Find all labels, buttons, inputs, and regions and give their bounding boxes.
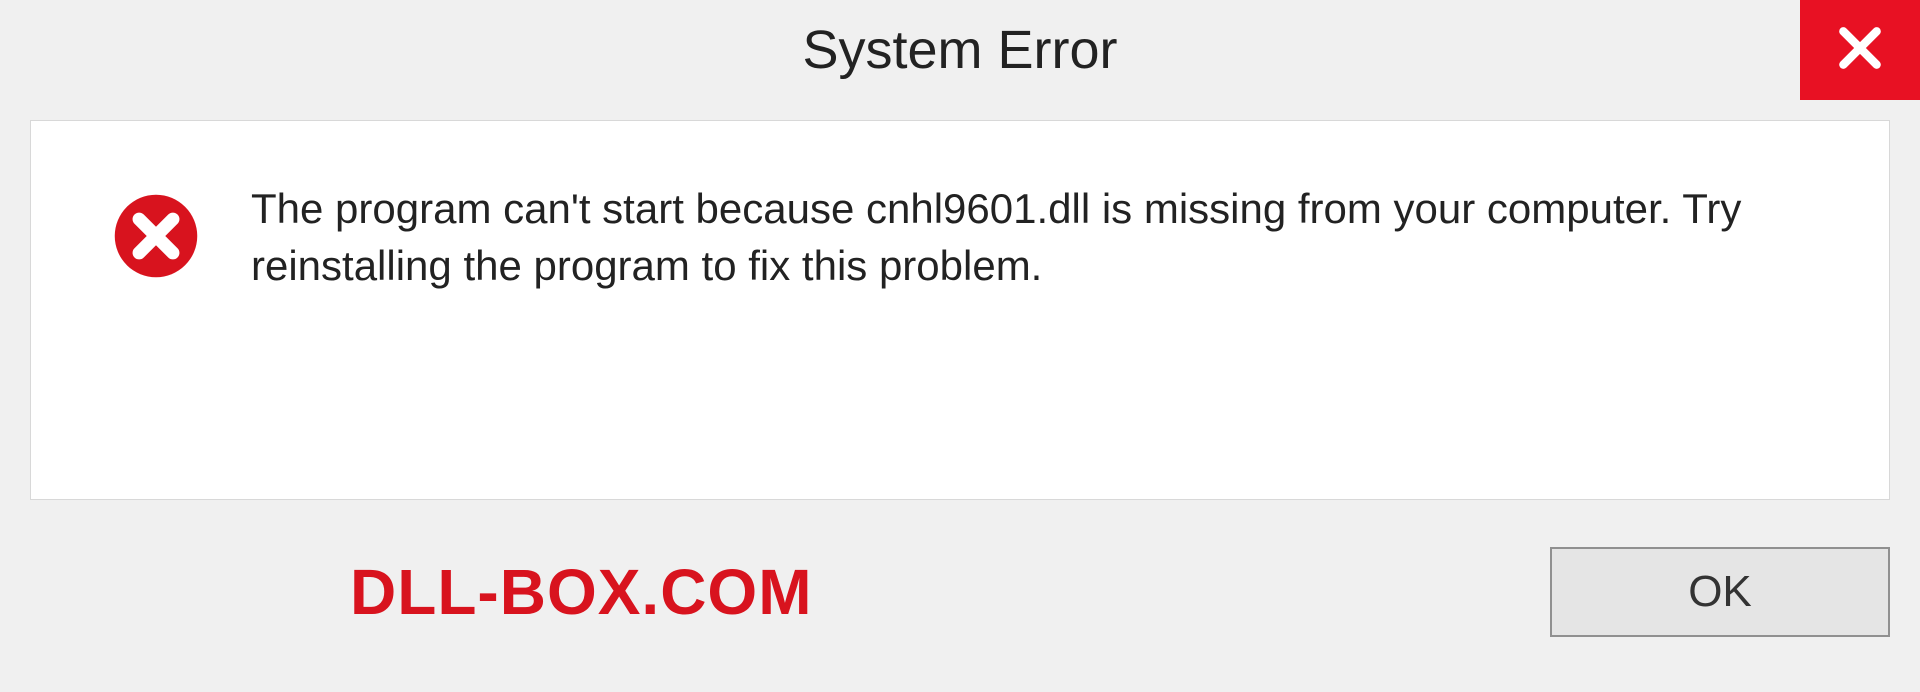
- ok-button-label: OK: [1688, 567, 1752, 617]
- titlebar: System Error: [0, 0, 1920, 100]
- ok-button[interactable]: OK: [1550, 547, 1890, 637]
- watermark-text: DLL-BOX.COM: [350, 555, 813, 629]
- error-message: The program can't start because cnhl9601…: [251, 181, 1829, 294]
- close-icon: [1835, 23, 1885, 78]
- dialog-footer: DLL-BOX.COM OK: [0, 522, 1920, 692]
- close-button[interactable]: [1800, 0, 1920, 100]
- dialog-content: The program can't start because cnhl9601…: [30, 120, 1890, 500]
- error-icon: [111, 191, 201, 281]
- dialog-title: System Error: [802, 19, 1117, 81]
